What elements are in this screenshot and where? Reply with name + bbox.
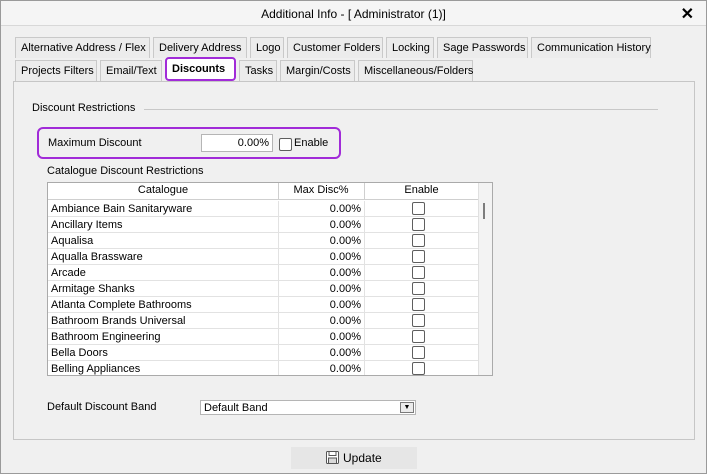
cell-divider: [364, 345, 365, 361]
catalogue-name: Aqualisa: [51, 235, 94, 247]
table-row[interactable]: Belling Appliances 0.00%: [48, 361, 478, 375]
catalogue-table-header: Catalogue Max Disc% Enable: [48, 183, 478, 200]
cell-divider: [364, 281, 365, 297]
tab-sage-passwords[interactable]: Sage Passwords: [437, 37, 528, 58]
default-discount-band-label: Default Discount Band: [47, 401, 157, 413]
tab-locking[interactable]: Locking: [386, 37, 434, 58]
catalogue-name: Aqualla Brassware: [51, 251, 143, 263]
cell-divider: [364, 313, 365, 329]
table-row[interactable]: Bathroom Brands Universal 0.00%: [48, 313, 478, 329]
column-header-enable[interactable]: Enable: [365, 184, 478, 196]
column-header-catalogue[interactable]: Catalogue: [48, 184, 278, 196]
table-scrollbar[interactable]: [478, 183, 492, 375]
scrollbar-thumb[interactable]: [483, 203, 485, 219]
catalogue-table: Catalogue Max Disc% Enable Ambiance Bain…: [47, 182, 493, 376]
maximum-discount-enable-label[interactable]: Enable: [294, 137, 328, 149]
cell-divider: [364, 233, 365, 249]
group-divider: [144, 109, 658, 110]
tab-communication-history[interactable]: Communication History: [531, 37, 651, 58]
row-enable-checkbox[interactable]: [412, 202, 425, 215]
update-label: Update: [343, 451, 382, 465]
discounts-panel: Discount Restrictions Maximum Discount 0…: [13, 81, 695, 440]
tab-projects-filters[interactable]: Projects Filters: [15, 60, 97, 81]
title-bar: Additional Info - [ Administrator (1)] ✕: [1, 1, 706, 26]
max-disc-value[interactable]: 0.00%: [278, 315, 361, 327]
table-row[interactable]: Aqualisa 0.00%: [48, 233, 478, 249]
catalogue-name: Armitage Shanks: [51, 283, 135, 295]
catalogue-name: Bella Doors: [51, 347, 108, 359]
max-disc-value[interactable]: 0.00%: [278, 235, 361, 247]
catalogue-name: Bathroom Engineering: [51, 331, 161, 343]
table-row[interactable]: Ambiance Bain Sanitaryware 0.00%: [48, 201, 478, 217]
cell-divider: [364, 297, 365, 313]
tab-delivery-address[interactable]: Delivery Address: [153, 37, 247, 58]
column-header-max-disc[interactable]: Max Disc%: [279, 184, 363, 196]
maximum-discount-label: Maximum Discount: [48, 137, 142, 149]
default-discount-band-select[interactable]: Default Band ▼: [200, 400, 416, 415]
cell-divider: [364, 265, 365, 281]
update-button[interactable]: Update: [291, 447, 417, 469]
max-disc-value[interactable]: 0.00%: [278, 267, 361, 279]
table-row[interactable]: Armitage Shanks 0.00%: [48, 281, 478, 297]
max-disc-value[interactable]: 0.00%: [278, 299, 361, 311]
row-enable-checkbox[interactable]: [412, 298, 425, 311]
max-disc-value[interactable]: 0.00%: [278, 331, 361, 343]
close-icon[interactable]: ✕: [681, 4, 694, 24]
table-row[interactable]: Arcade 0.00%: [48, 265, 478, 281]
row-enable-checkbox[interactable]: [412, 218, 425, 231]
row-enable-checkbox[interactable]: [412, 282, 425, 295]
table-row[interactable]: Bathroom Engineering 0.00%: [48, 329, 478, 345]
window: Additional Info - [ Administrator (1)] ✕…: [0, 0, 707, 474]
save-icon: [326, 451, 339, 464]
maximum-discount-enable-checkbox[interactable]: [279, 138, 292, 151]
default-discount-band-value: Default Band: [204, 402, 268, 414]
catalogue-name: Ancillary Items: [51, 219, 123, 231]
tab-customer-folders[interactable]: Customer Folders: [287, 37, 383, 58]
table-row[interactable]: Atlanta Complete Bathrooms 0.00%: [48, 297, 478, 313]
max-disc-value[interactable]: 0.00%: [278, 251, 361, 263]
catalogue-section-label: Catalogue Discount Restrictions: [47, 165, 204, 177]
tab-email-text[interactable]: Email/Text: [100, 60, 162, 81]
catalogue-name: Arcade: [51, 267, 86, 279]
catalogue-name: Atlanta Complete Bathrooms: [51, 299, 192, 311]
tab-logo[interactable]: Logo: [250, 37, 284, 58]
table-row[interactable]: Ancillary Items 0.00%: [48, 217, 478, 233]
catalogue-name: Bathroom Brands Universal: [51, 315, 186, 327]
maximum-discount-input[interactable]: 0.00%: [201, 134, 273, 152]
cell-divider: [364, 217, 365, 233]
max-disc-value[interactable]: 0.00%: [278, 203, 361, 215]
cell-divider: [364, 201, 365, 217]
tab-miscellaneous-folders[interactable]: Miscellaneous/Folders: [358, 60, 473, 81]
row-enable-checkbox[interactable]: [412, 234, 425, 247]
row-enable-checkbox[interactable]: [412, 346, 425, 359]
catalogue-name: Ambiance Bain Sanitaryware: [51, 203, 193, 215]
row-enable-checkbox[interactable]: [412, 250, 425, 263]
max-disc-value[interactable]: 0.00%: [278, 283, 361, 295]
chevron-down-icon[interactable]: ▼: [400, 402, 414, 413]
tab-tasks[interactable]: Tasks: [239, 60, 277, 81]
row-enable-checkbox[interactable]: [412, 314, 425, 327]
table-row[interactable]: Bella Doors 0.00%: [48, 345, 478, 361]
tab-margin-costs[interactable]: Margin/Costs: [280, 60, 355, 81]
row-enable-checkbox[interactable]: [412, 266, 425, 279]
cell-divider: [364, 361, 365, 375]
row-enable-checkbox[interactable]: [412, 362, 425, 375]
window-title: Additional Info - [ Administrator (1)]: [261, 7, 446, 21]
cell-divider: [364, 249, 365, 265]
max-disc-value[interactable]: 0.00%: [278, 219, 361, 231]
catalogue-name: Belling Appliances: [51, 363, 141, 375]
cell-divider: [364, 329, 365, 345]
max-disc-value[interactable]: 0.00%: [278, 347, 361, 359]
row-enable-checkbox[interactable]: [412, 330, 425, 343]
tab-alternative-address-flex[interactable]: Alternative Address / Flex: [15, 37, 150, 58]
table-row[interactable]: Aqualla Brassware 0.00%: [48, 249, 478, 265]
group-label: Discount Restrictions: [32, 102, 136, 114]
maximum-discount-group: Maximum Discount 0.00% Enable: [37, 127, 341, 159]
tab-discounts[interactable]: Discounts: [165, 57, 236, 81]
max-disc-value[interactable]: 0.00%: [278, 363, 361, 375]
